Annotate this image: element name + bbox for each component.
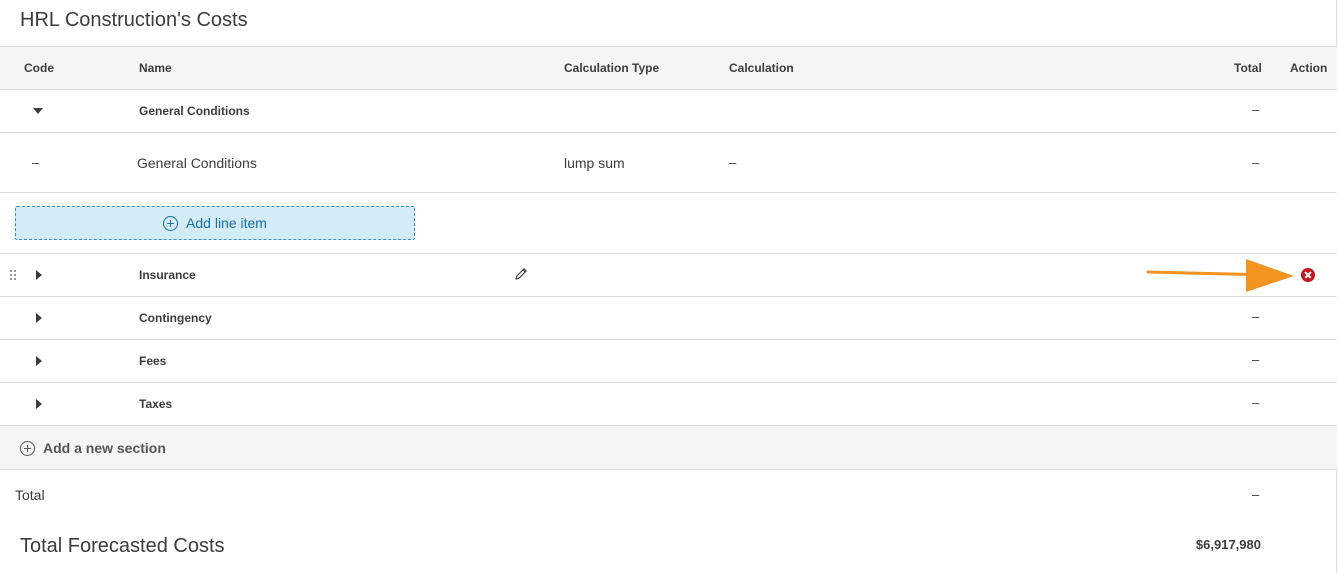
add-section-label: Add a new section bbox=[43, 440, 166, 456]
plus-circle-icon bbox=[163, 215, 179, 231]
section-total: – bbox=[1252, 395, 1260, 410]
total-forecasted-costs-value: $6,917,980 bbox=[1195, 537, 1261, 552]
section-total: – bbox=[1252, 102, 1260, 117]
column-calculation: Calculation bbox=[729, 61, 794, 75]
drag-handle-icon[interactable] bbox=[10, 270, 16, 281]
section-name: Taxes bbox=[139, 397, 173, 411]
caret-right-icon[interactable] bbox=[36, 313, 42, 323]
add-section-button[interactable]: Add a new section bbox=[0, 426, 1337, 470]
arrow-annotation bbox=[1146, 259, 1294, 292]
section-row-contingency: Contingency – bbox=[0, 297, 1337, 340]
plus-circle-icon bbox=[20, 441, 35, 456]
costs-page: HRL Construction's Costs Code Name Calcu… bbox=[0, 0, 1337, 573]
section-row-fees: Fees – bbox=[0, 340, 1337, 383]
line-item-calculation[interactable]: – bbox=[729, 155, 736, 170]
section-name: Contingency bbox=[139, 311, 212, 325]
line-item-calculation-type[interactable]: lump sum bbox=[564, 155, 625, 171]
caret-right-icon[interactable] bbox=[36, 356, 42, 366]
page-title: HRL Construction's Costs bbox=[20, 9, 248, 31]
table-header: Code Name Calculation Type Calculation T… bbox=[0, 46, 1337, 90]
column-name: Name bbox=[139, 61, 172, 75]
pencil-icon[interactable] bbox=[514, 267, 528, 281]
column-calculation-type: Calculation Type bbox=[564, 61, 660, 75]
caret-right-icon[interactable] bbox=[36, 270, 42, 280]
section-name: Fees bbox=[139, 354, 167, 368]
section-row-insurance: Insurance bbox=[0, 254, 1337, 297]
section-total: – bbox=[1252, 309, 1260, 324]
column-total: Total bbox=[1234, 61, 1262, 75]
line-item-name[interactable]: General Conditions bbox=[137, 155, 257, 171]
line-item-code: – bbox=[32, 155, 40, 170]
caret-right-icon[interactable] bbox=[36, 399, 42, 409]
caret-down-icon[interactable] bbox=[33, 108, 43, 114]
line-item-row: – General Conditions lump sum – – bbox=[0, 133, 1337, 193]
add-line-item-button[interactable]: Add line item bbox=[15, 206, 415, 240]
total-value: – bbox=[1252, 487, 1260, 502]
section-name: General Conditions bbox=[139, 104, 250, 118]
total-label: Total bbox=[15, 487, 45, 503]
line-item-total: – bbox=[1252, 155, 1260, 170]
column-action: Action bbox=[1290, 61, 1328, 75]
section-row-general-conditions: General Conditions – bbox=[0, 90, 1337, 133]
total-forecasted-costs-label: Total Forecasted Costs bbox=[20, 535, 225, 557]
add-line-item-label: Add line item bbox=[186, 215, 267, 231]
column-code: Code bbox=[24, 61, 54, 75]
section-total: – bbox=[1252, 352, 1260, 367]
section-row-taxes: Taxes – bbox=[0, 383, 1337, 426]
remove-icon[interactable] bbox=[1301, 268, 1315, 282]
section-name: Insurance bbox=[139, 268, 196, 282]
